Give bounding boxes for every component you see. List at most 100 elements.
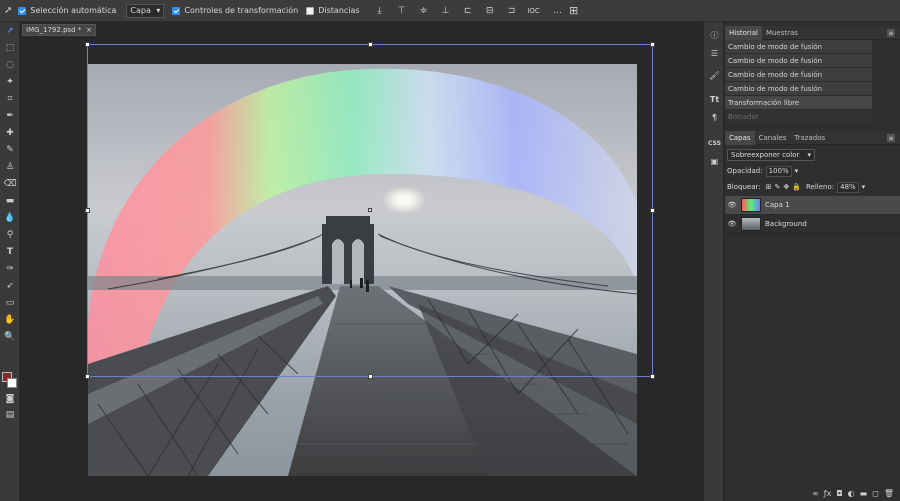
properties-icon[interactable]: ☰ bbox=[704, 44, 725, 62]
panel-icon-column: ⓘ ☰ 🖌 Tt ¶ CSS ▣ bbox=[703, 22, 724, 501]
opacity-value: 100% bbox=[768, 167, 789, 175]
eye-icon[interactable]: 👁 bbox=[725, 220, 739, 228]
add-mask-icon[interactable]: ◘ bbox=[836, 489, 842, 498]
distribute-icon[interactable]: IOC bbox=[527, 5, 539, 17]
close-icon[interactable]: × bbox=[86, 26, 92, 34]
healing-tool-icon[interactable]: ✚ bbox=[0, 124, 20, 141]
zoom-tool-icon[interactable]: 🔍 bbox=[0, 328, 20, 345]
align-left-icon[interactable]: ⊏ bbox=[462, 5, 474, 17]
marquee-tool-icon[interactable]: ⬚ bbox=[0, 39, 20, 56]
lock-position-icon[interactable]: ✥ bbox=[783, 183, 789, 191]
hand-tool-icon[interactable]: ✋ bbox=[0, 311, 20, 328]
eraser-tool-icon[interactable]: ⌫ bbox=[0, 175, 20, 192]
chevron-down-icon[interactable]: ▾ bbox=[862, 183, 866, 191]
brush-settings-icon[interactable]: 🖌 bbox=[704, 66, 725, 84]
distances-checkbox[interactable]: Distancias bbox=[306, 6, 360, 15]
crop-tool-icon[interactable]: ⌗ bbox=[0, 90, 20, 107]
link-layers-icon[interactable]: ∞ bbox=[812, 489, 819, 498]
image-icon[interactable]: ▣ bbox=[704, 152, 725, 170]
history-item[interactable]: Cambio de modo de fusión bbox=[725, 54, 872, 68]
lock-all-icon[interactable]: 🔒 bbox=[792, 183, 801, 191]
lasso-tool-icon[interactable]: ◌ bbox=[0, 56, 20, 73]
auto-select-target-dropdown[interactable]: Capa ▾ bbox=[126, 3, 165, 18]
layer-row[interactable]: 👁 Background bbox=[725, 215, 900, 234]
eyedropper-tool-icon[interactable]: ✒ bbox=[0, 107, 20, 124]
tab-history[interactable]: Historial bbox=[725, 25, 762, 40]
move-arrow-icon: ➚ bbox=[4, 5, 13, 16]
lock-paint-icon[interactable]: ✎ bbox=[775, 183, 781, 191]
align-top-icon[interactable]: ⊤ bbox=[396, 5, 408, 17]
align-center-icon[interactable]: ⊟ bbox=[484, 5, 496, 17]
magic-wand-tool-icon[interactable]: ✦ bbox=[0, 73, 20, 90]
history-item-undone[interactable]: Borrador bbox=[725, 110, 872, 124]
layer-row[interactable]: 👁 Capa 1 bbox=[725, 196, 900, 215]
chevron-down-icon[interactable]: ▾ bbox=[795, 167, 799, 175]
panel-menu-icon[interactable]: ≡ bbox=[887, 134, 895, 142]
info-icon[interactable]: ⓘ bbox=[704, 26, 725, 44]
eye-icon[interactable]: 👁 bbox=[725, 201, 739, 209]
css-icon[interactable]: CSS bbox=[704, 134, 725, 152]
transform-handle-top-right[interactable] bbox=[650, 42, 655, 47]
transform-handle-bottom-left[interactable] bbox=[85, 374, 90, 379]
transform-handle-top-center[interactable] bbox=[368, 42, 373, 47]
align-middle-icon[interactable]: ≑ bbox=[418, 5, 430, 17]
blur-tool-icon[interactable]: 💧 bbox=[0, 209, 20, 226]
tab-paths[interactable]: Trazados bbox=[790, 131, 829, 145]
tab-layers[interactable]: Capas bbox=[725, 130, 755, 145]
screen-mode-icon[interactable]: ▤ bbox=[0, 406, 20, 423]
chevron-down-icon: ▾ bbox=[807, 151, 811, 159]
tab-swatches[interactable]: Muestras bbox=[762, 26, 802, 40]
history-item[interactable]: Cambio de modo de fusión bbox=[725, 82, 872, 96]
distances-label: Distancias bbox=[318, 6, 360, 15]
path-select-tool-icon[interactable]: ➶ bbox=[0, 277, 20, 294]
free-transform-box[interactable] bbox=[85, 42, 655, 379]
stamp-tool-icon[interactable]: ♙ bbox=[0, 158, 20, 175]
transform-handle-center[interactable] bbox=[368, 208, 372, 212]
document-tab[interactable]: IMG_1792.psd * × bbox=[22, 24, 96, 36]
transform-handle-middle-right[interactable] bbox=[650, 208, 655, 213]
layer-thumbnail bbox=[741, 198, 761, 212]
background-color-swatch[interactable] bbox=[7, 378, 17, 388]
shape-tool-icon[interactable]: ▭ bbox=[0, 294, 20, 311]
new-layer-icon[interactable]: ◻ bbox=[872, 489, 879, 498]
layer-effects-icon[interactable]: ƒx bbox=[824, 489, 832, 498]
options-bar: ➚ Selección automática Capa ▾ Controles … bbox=[0, 0, 900, 22]
move-tool-icon[interactable]: ➚ bbox=[0, 22, 20, 39]
more-icon[interactable]: ... bbox=[552, 5, 564, 17]
paragraph-icon[interactable]: ¶ bbox=[704, 108, 725, 126]
transform-handle-top-left[interactable] bbox=[85, 42, 90, 47]
auto-select-checkbox[interactable]: Selección automática bbox=[18, 6, 116, 15]
history-item[interactable]: Cambio de modo de fusión bbox=[725, 68, 872, 82]
brush-tool-icon[interactable]: ✎ bbox=[0, 141, 20, 158]
align-bottom-icon[interactable]: ⊥ bbox=[440, 5, 452, 17]
gradient-tool-icon[interactable]: ▬ bbox=[0, 192, 20, 209]
dodge-tool-icon[interactable]: ⚲ bbox=[0, 226, 20, 243]
opacity-input[interactable]: 100% bbox=[765, 165, 792, 177]
new-group-icon[interactable]: ▬ bbox=[860, 489, 868, 498]
history-item-active[interactable]: Transformación libre bbox=[725, 96, 872, 110]
align-right-icon[interactable]: ⊐ bbox=[506, 5, 518, 17]
quick-mask-icon[interactable]: ◙ bbox=[0, 390, 20, 407]
tab-channels[interactable]: Canales bbox=[755, 131, 791, 145]
delete-layer-icon[interactable]: 🗑 bbox=[884, 489, 894, 498]
fill-value: 48% bbox=[840, 183, 856, 191]
text-tool-icon[interactable]: T bbox=[0, 243, 20, 260]
adjustment-layer-icon[interactable]: ◐ bbox=[848, 489, 855, 498]
panel-menu-icon[interactable]: ≡ bbox=[887, 29, 895, 37]
move-tool-indicator: ➚ bbox=[4, 5, 12, 16]
history-item[interactable]: Cambio de modo de fusión bbox=[725, 40, 872, 54]
fill-label: Relleno: bbox=[805, 183, 835, 191]
transform-controls-checkbox[interactable]: Controles de transformación bbox=[172, 6, 298, 15]
transform-handle-bottom-center[interactable] bbox=[368, 374, 373, 379]
fill-input[interactable]: 48% bbox=[837, 181, 859, 193]
blend-mode-dropdown[interactable]: Sobreexponer color ▾ bbox=[727, 149, 815, 161]
grid-icon[interactable]: ⊞ bbox=[568, 4, 580, 17]
pen-tool-icon[interactable]: ✑ bbox=[0, 260, 20, 277]
character-icon[interactable]: Tt bbox=[704, 90, 725, 108]
tools-panel: ➚ ⬚ ◌ ✦ ⌗ ✒ ✚ ✎ ♙ ⌫ ▬ 💧 ⚲ T ✑ ➶ ▭ ✋ 🔍 ◙ … bbox=[0, 22, 20, 501]
lock-transparency-icon[interactable]: ⊞ bbox=[766, 183, 772, 191]
download-align-icon[interactable]: ⤓ bbox=[374, 5, 386, 17]
transform-handle-middle-left[interactable] bbox=[85, 208, 90, 213]
chevron-down-icon: ▾ bbox=[156, 6, 161, 15]
transform-handle-bottom-right[interactable] bbox=[650, 374, 655, 379]
